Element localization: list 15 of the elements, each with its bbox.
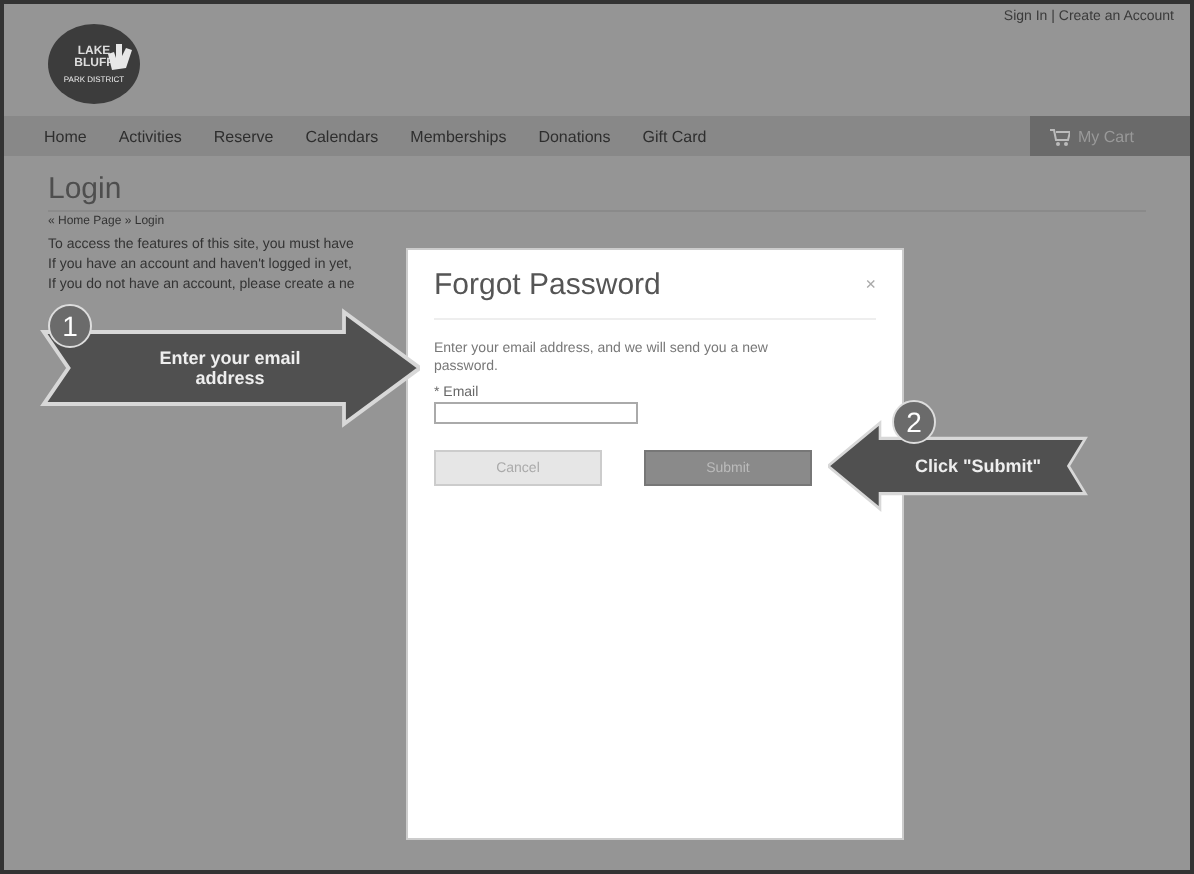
callout-text: Enter your email address — [157, 348, 303, 388]
nav-link[interactable]: Memberships — [410, 127, 507, 145]
dialog-title: Forgot Password — [434, 267, 661, 301]
nav-link[interactable]: Calendars — [305, 127, 379, 145]
nav-link[interactable]: Reserve — [213, 127, 274, 145]
nav-link[interactable]: Donations — [538, 127, 611, 145]
nav-link[interactable]: Activities — [118, 127, 182, 145]
close-button[interactable]: × — [865, 274, 876, 294]
nav-link[interactable]: Gift Card — [642, 127, 707, 145]
step-number-badge: 1 — [48, 304, 92, 348]
callout-text: Click "Submit" — [914, 456, 1042, 476]
page-title: Login — [48, 172, 1146, 212]
cart-icon — [1050, 127, 1070, 145]
email-field[interactable] — [434, 402, 638, 424]
nav-link[interactable]: Home — [44, 127, 87, 145]
